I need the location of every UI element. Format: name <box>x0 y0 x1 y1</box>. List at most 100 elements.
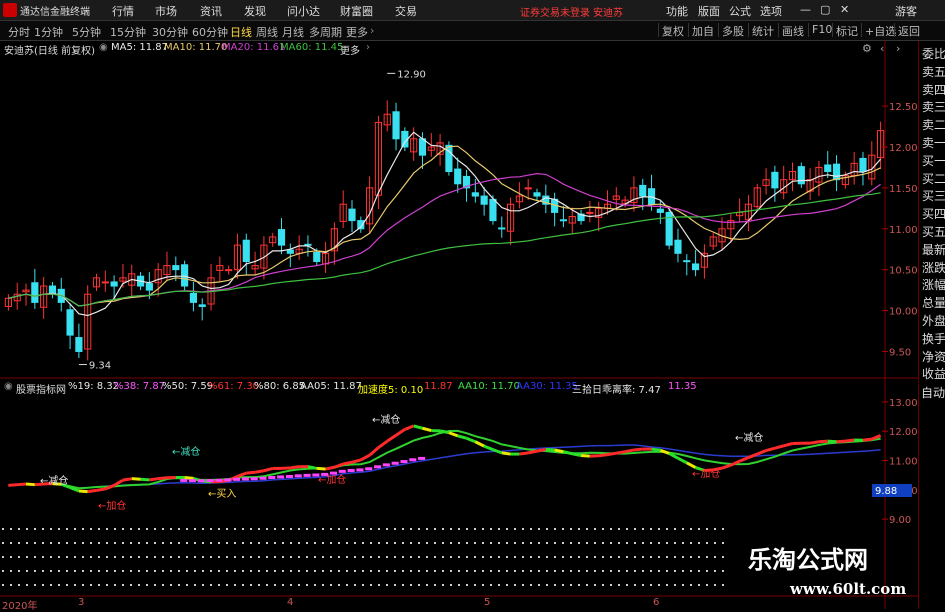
right-panel-lower <box>918 402 945 609</box>
aa05-segment <box>141 479 150 480</box>
candle <box>234 234 240 279</box>
auto-button[interactable]: 自动 <box>918 384 945 402</box>
pink-band-segment <box>339 470 346 473</box>
signal-annotation: ←加仓 <box>692 467 720 480</box>
aa05-segment <box>422 428 431 430</box>
aa05-segment <box>652 449 661 450</box>
signal-annotation: ←买入 <box>208 488 236 500</box>
high-price-label: 12.90 <box>397 69 426 80</box>
indicator-legend-item: 11.87 <box>424 381 453 392</box>
pink-band-segment <box>189 479 196 482</box>
quote-panel-item: 最新 <box>922 241 945 258</box>
candle <box>349 200 355 232</box>
pink-band-segment <box>224 478 231 481</box>
candle <box>437 134 443 166</box>
pink-band-segment <box>295 474 302 477</box>
aa05-segment <box>79 491 88 492</box>
signal-annotation: ←加仓 <box>318 473 346 486</box>
candle <box>710 233 716 250</box>
candle <box>226 266 232 275</box>
aa05-segment <box>687 463 696 468</box>
candle <box>340 190 346 228</box>
pink-band-segment <box>400 460 407 463</box>
candle <box>851 152 857 185</box>
pink-band-segment <box>418 457 425 460</box>
quote-panel-item: 换手 <box>922 330 945 347</box>
indicator-y-tick: 13.00 <box>889 398 918 409</box>
aa05-segment <box>757 451 766 455</box>
aa05-segment <box>599 455 608 456</box>
candle <box>85 285 91 360</box>
aa05-segment <box>237 473 246 476</box>
aa05-segment <box>555 450 564 452</box>
aa05-segment <box>88 490 97 491</box>
aa05-segment <box>766 448 775 450</box>
indicator-legend-item: %19: 8.32 <box>68 381 119 392</box>
quote-panel-item: 委比 <box>922 45 945 62</box>
date-label: 4 <box>287 597 293 608</box>
candle <box>737 199 743 223</box>
date-label: 2020年 <box>2 597 37 612</box>
candle <box>217 257 223 282</box>
aa05-segment <box>308 467 317 469</box>
aa05-segment <box>361 455 370 460</box>
indicator-legend: ◉ 股票指标网 %19: 8.32%38: 7.87%50: 7.59%61: … <box>4 381 744 395</box>
quote-panel-item: 外盘 <box>922 312 945 329</box>
indicator-settings-icon[interactable]: ◉ <box>4 381 13 392</box>
candle <box>243 234 249 276</box>
aa05-segment <box>378 441 387 447</box>
candle <box>833 155 839 191</box>
aa05-segment <box>863 439 872 440</box>
pink-band-segment <box>268 476 275 479</box>
candle <box>816 161 822 196</box>
candle <box>552 193 558 227</box>
candle <box>631 176 637 211</box>
candle <box>199 298 205 320</box>
pink-band-segment <box>242 478 249 481</box>
quote-panel-item: 卖三 <box>922 98 945 115</box>
quote-panel-item: 买四 <box>922 205 945 222</box>
candle <box>331 222 337 265</box>
candle <box>367 176 373 232</box>
quote-panel-item: 买三 <box>922 187 945 204</box>
indicator-legend-item: %38: 7.87 <box>114 381 165 392</box>
aa05-segment <box>414 426 423 428</box>
aa05-segment <box>572 454 581 456</box>
signal-annotation: ←减仓 <box>735 431 763 444</box>
y-tick-label: 11.50 <box>889 184 918 195</box>
aa05-segment <box>387 435 396 441</box>
aa05-segment <box>528 451 537 453</box>
aa05-segment <box>114 480 123 485</box>
candle <box>675 229 681 263</box>
aa05-segment <box>326 467 335 469</box>
signal-annotation: ←减仓 <box>372 413 400 426</box>
candle <box>763 168 769 194</box>
candle <box>789 163 795 192</box>
aa05-segment <box>810 442 819 443</box>
candle <box>375 116 381 209</box>
candle <box>798 163 804 188</box>
candle <box>701 244 707 278</box>
aa05-segment <box>396 429 405 435</box>
candle <box>745 195 751 231</box>
aa05-segment <box>158 478 167 479</box>
ma60-line <box>8 193 880 306</box>
pink-band-segment <box>215 479 222 482</box>
aa05-segment <box>255 471 264 472</box>
y-tick-label: 10.00 <box>889 307 918 318</box>
candle <box>860 152 866 186</box>
pink-band-segment <box>259 477 266 480</box>
kline-chart-area[interactable]: 12.5012.0011.5011.0010.5010.009.5012.909… <box>0 0 918 609</box>
pink-band-segment <box>207 479 214 482</box>
candle <box>666 208 672 249</box>
aa05-segment <box>837 441 846 442</box>
signal-annotation: ←减仓 <box>172 445 200 458</box>
candle <box>93 274 99 291</box>
indicator-y-tick: 11.00 <box>889 457 918 468</box>
pink-band-segment <box>180 479 187 482</box>
candle <box>560 206 566 227</box>
y-tick-label: 12.50 <box>889 102 918 113</box>
quote-panel-item: 涨跌 <box>922 259 945 276</box>
candle <box>102 270 108 291</box>
candle <box>208 264 214 311</box>
